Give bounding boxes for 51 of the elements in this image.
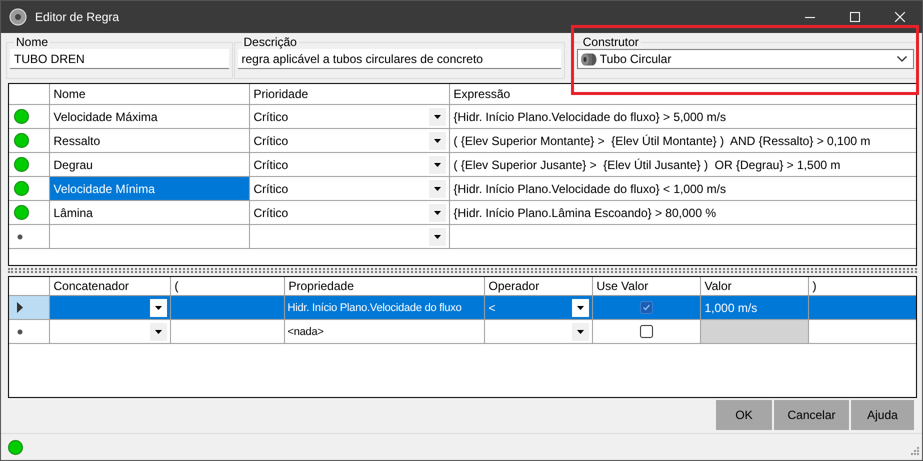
caret-icon[interactable] (434, 114, 440, 118)
table-cell[interactable]: 1,000 m/s (700, 296, 808, 320)
name-field[interactable]: TUBO DREN (10, 49, 228, 69)
caret-icon[interactable] (434, 234, 440, 238)
table-cell[interactable]: Velocidade Máxima (49, 104, 249, 128)
new-row-icon (17, 234, 23, 240)
table-cell[interactable]: Velocidade Mínima (49, 176, 249, 200)
table-cell[interactable]: Ressalto (49, 128, 249, 152)
dropdown-button[interactable] (428, 156, 446, 174)
description-field[interactable]: regra aplicável a tubos circulares de concreto (238, 49, 561, 69)
app-icon (9, 8, 27, 26)
maximize-icon[interactable] (850, 12, 860, 22)
dropdown-button[interactable] (428, 228, 446, 246)
table-cell[interactable]: Lâmina (49, 200, 249, 224)
caret-icon[interactable] (576, 330, 584, 334)
new-row-icon (17, 328, 23, 334)
caret-icon[interactable] (434, 186, 440, 190)
cancel-button[interactable]: Cancelar (774, 400, 849, 430)
dropdown-button[interactable] (428, 108, 446, 126)
caret-icon[interactable] (434, 210, 440, 214)
dropdown-button[interactable] (428, 180, 446, 198)
ok-button[interactable]: OK (716, 400, 772, 430)
caret-icon[interactable] (154, 330, 162, 334)
chevron-icon[interactable] (897, 56, 907, 62)
splitter-handle[interactable] (8, 268, 917, 273)
field-label: Descrição (242, 35, 298, 49)
help-button[interactable]: Ajuda (851, 400, 914, 430)
dropdown-button[interactable] (428, 204, 446, 222)
caret-icon[interactable] (576, 306, 584, 310)
dropdown-button[interactable] (150, 322, 166, 340)
column-header[interactable]: Nome (49, 84, 249, 104)
resize-grip-icon[interactable] (908, 446, 919, 457)
builder-dropdown[interactable]: Tubo Circular (576, 49, 914, 69)
dropdown-button[interactable] (428, 132, 446, 150)
window-title: Editor de Regra (35, 10, 120, 24)
dropdown-button[interactable] (572, 322, 588, 340)
caret-icon[interactable] (434, 138, 440, 142)
caret-icon[interactable] (434, 162, 440, 166)
checkbox[interactable] (640, 301, 652, 314)
cylinder-icon (580, 52, 597, 66)
field-label: Construtor (582, 35, 640, 49)
dropdown-button[interactable] (150, 298, 166, 316)
checkbox[interactable] (640, 325, 652, 338)
close-icon[interactable] (894, 12, 904, 22)
column-header[interactable]: Prioridade (249, 84, 449, 104)
caret-icon[interactable] (154, 306, 162, 310)
dropdown-button[interactable] (572, 298, 588, 316)
table-cell[interactable]: <nada> (284, 320, 484, 344)
field-label: Nome (15, 35, 50, 49)
current-row-icon (17, 302, 23, 313)
table-cell[interactable]: Hidr. Início Plano.Velocidade do fluxo (284, 296, 484, 320)
